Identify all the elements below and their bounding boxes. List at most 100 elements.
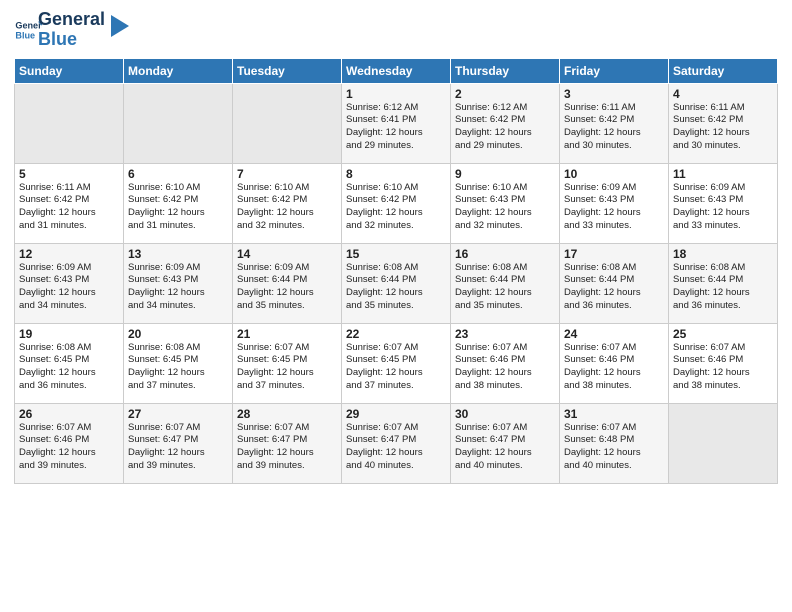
day-cell: 16Sunrise: 6:08 AM Sunset: 6:44 PM Dayli… xyxy=(451,243,560,323)
day-cell: 5Sunrise: 6:11 AM Sunset: 6:42 PM Daylig… xyxy=(15,163,124,243)
day-cell xyxy=(233,83,342,163)
day-info: Sunrise: 6:11 AM Sunset: 6:42 PM Dayligh… xyxy=(19,182,119,233)
day-info: Sunrise: 6:07 AM Sunset: 6:46 PM Dayligh… xyxy=(673,342,773,393)
day-info: Sunrise: 6:08 AM Sunset: 6:44 PM Dayligh… xyxy=(564,262,664,313)
day-cell: 4Sunrise: 6:11 AM Sunset: 6:42 PM Daylig… xyxy=(669,83,778,163)
day-cell: 24Sunrise: 6:07 AM Sunset: 6:46 PM Dayli… xyxy=(560,323,669,403)
day-number: 20 xyxy=(128,327,228,341)
day-cell xyxy=(124,83,233,163)
week-row-0: 1Sunrise: 6:12 AM Sunset: 6:41 PM Daylig… xyxy=(15,83,778,163)
logo-general: General xyxy=(38,10,105,30)
day-cell: 17Sunrise: 6:08 AM Sunset: 6:44 PM Dayli… xyxy=(560,243,669,323)
day-number: 19 xyxy=(19,327,119,341)
day-cell: 22Sunrise: 6:07 AM Sunset: 6:45 PM Dayli… xyxy=(342,323,451,403)
day-info: Sunrise: 6:07 AM Sunset: 6:48 PM Dayligh… xyxy=(564,422,664,473)
page: General Blue General Blue SundayMondayTu… xyxy=(0,0,792,612)
day-number: 13 xyxy=(128,247,228,261)
day-number: 5 xyxy=(19,167,119,181)
day-info: Sunrise: 6:08 AM Sunset: 6:44 PM Dayligh… xyxy=(455,262,555,313)
day-number: 17 xyxy=(564,247,664,261)
day-number: 25 xyxy=(673,327,773,341)
day-number: 18 xyxy=(673,247,773,261)
day-info: Sunrise: 6:07 AM Sunset: 6:46 PM Dayligh… xyxy=(455,342,555,393)
day-info: Sunrise: 6:07 AM Sunset: 6:47 PM Dayligh… xyxy=(128,422,228,473)
header-sunday: Sunday xyxy=(15,58,124,83)
day-cell: 26Sunrise: 6:07 AM Sunset: 6:46 PM Dayli… xyxy=(15,403,124,483)
header-monday: Monday xyxy=(124,58,233,83)
day-info: Sunrise: 6:09 AM Sunset: 6:43 PM Dayligh… xyxy=(673,182,773,233)
week-row-4: 26Sunrise: 6:07 AM Sunset: 6:46 PM Dayli… xyxy=(15,403,778,483)
calendar-header-row: SundayMondayTuesdayWednesdayThursdayFrid… xyxy=(15,58,778,83)
week-row-1: 5Sunrise: 6:11 AM Sunset: 6:42 PM Daylig… xyxy=(15,163,778,243)
day-cell: 30Sunrise: 6:07 AM Sunset: 6:47 PM Dayli… xyxy=(451,403,560,483)
day-info: Sunrise: 6:11 AM Sunset: 6:42 PM Dayligh… xyxy=(564,102,664,153)
day-number: 15 xyxy=(346,247,446,261)
day-number: 21 xyxy=(237,327,337,341)
day-number: 24 xyxy=(564,327,664,341)
day-cell: 29Sunrise: 6:07 AM Sunset: 6:47 PM Dayli… xyxy=(342,403,451,483)
header-saturday: Saturday xyxy=(669,58,778,83)
day-info: Sunrise: 6:08 AM Sunset: 6:44 PM Dayligh… xyxy=(346,262,446,313)
day-info: Sunrise: 6:07 AM Sunset: 6:46 PM Dayligh… xyxy=(564,342,664,393)
day-cell: 25Sunrise: 6:07 AM Sunset: 6:46 PM Dayli… xyxy=(669,323,778,403)
day-cell: 27Sunrise: 6:07 AM Sunset: 6:47 PM Dayli… xyxy=(124,403,233,483)
header-tuesday: Tuesday xyxy=(233,58,342,83)
day-number: 30 xyxy=(455,407,555,421)
day-info: Sunrise: 6:09 AM Sunset: 6:43 PM Dayligh… xyxy=(564,182,664,233)
day-cell: 23Sunrise: 6:07 AM Sunset: 6:46 PM Dayli… xyxy=(451,323,560,403)
day-cell: 15Sunrise: 6:08 AM Sunset: 6:44 PM Dayli… xyxy=(342,243,451,323)
calendar-table: SundayMondayTuesdayWednesdayThursdayFrid… xyxy=(14,58,778,484)
day-number: 9 xyxy=(455,167,555,181)
day-cell: 1Sunrise: 6:12 AM Sunset: 6:41 PM Daylig… xyxy=(342,83,451,163)
day-info: Sunrise: 6:10 AM Sunset: 6:42 PM Dayligh… xyxy=(346,182,446,233)
day-number: 7 xyxy=(237,167,337,181)
day-cell: 12Sunrise: 6:09 AM Sunset: 6:43 PM Dayli… xyxy=(15,243,124,323)
day-info: Sunrise: 6:12 AM Sunset: 6:42 PM Dayligh… xyxy=(455,102,555,153)
day-info: Sunrise: 6:09 AM Sunset: 6:43 PM Dayligh… xyxy=(19,262,119,313)
day-number: 22 xyxy=(346,327,446,341)
day-number: 3 xyxy=(564,87,664,101)
header-friday: Friday xyxy=(560,58,669,83)
day-info: Sunrise: 6:07 AM Sunset: 6:45 PM Dayligh… xyxy=(346,342,446,393)
svg-text:Blue: Blue xyxy=(15,30,35,40)
logo-arrow-icon xyxy=(111,15,129,37)
day-cell: 2Sunrise: 6:12 AM Sunset: 6:42 PM Daylig… xyxy=(451,83,560,163)
day-info: Sunrise: 6:09 AM Sunset: 6:43 PM Dayligh… xyxy=(128,262,228,313)
day-cell: 31Sunrise: 6:07 AM Sunset: 6:48 PM Dayli… xyxy=(560,403,669,483)
day-info: Sunrise: 6:07 AM Sunset: 6:47 PM Dayligh… xyxy=(346,422,446,473)
day-number: 2 xyxy=(455,87,555,101)
day-cell: 3Sunrise: 6:11 AM Sunset: 6:42 PM Daylig… xyxy=(560,83,669,163)
day-number: 10 xyxy=(564,167,664,181)
day-info: Sunrise: 6:10 AM Sunset: 6:42 PM Dayligh… xyxy=(237,182,337,233)
day-number: 29 xyxy=(346,407,446,421)
day-cell: 8Sunrise: 6:10 AM Sunset: 6:42 PM Daylig… xyxy=(342,163,451,243)
day-cell: 18Sunrise: 6:08 AM Sunset: 6:44 PM Dayli… xyxy=(669,243,778,323)
day-number: 8 xyxy=(346,167,446,181)
day-number: 1 xyxy=(346,87,446,101)
week-row-3: 19Sunrise: 6:08 AM Sunset: 6:45 PM Dayli… xyxy=(15,323,778,403)
day-cell: 21Sunrise: 6:07 AM Sunset: 6:45 PM Dayli… xyxy=(233,323,342,403)
day-number: 4 xyxy=(673,87,773,101)
day-number: 28 xyxy=(237,407,337,421)
day-cell: 9Sunrise: 6:10 AM Sunset: 6:43 PM Daylig… xyxy=(451,163,560,243)
day-number: 16 xyxy=(455,247,555,261)
day-info: Sunrise: 6:10 AM Sunset: 6:43 PM Dayligh… xyxy=(455,182,555,233)
day-info: Sunrise: 6:12 AM Sunset: 6:41 PM Dayligh… xyxy=(346,102,446,153)
day-info: Sunrise: 6:07 AM Sunset: 6:47 PM Dayligh… xyxy=(237,422,337,473)
week-row-2: 12Sunrise: 6:09 AM Sunset: 6:43 PM Dayli… xyxy=(15,243,778,323)
header-wednesday: Wednesday xyxy=(342,58,451,83)
day-info: Sunrise: 6:07 AM Sunset: 6:45 PM Dayligh… xyxy=(237,342,337,393)
day-cell: 14Sunrise: 6:09 AM Sunset: 6:44 PM Dayli… xyxy=(233,243,342,323)
day-cell: 6Sunrise: 6:10 AM Sunset: 6:42 PM Daylig… xyxy=(124,163,233,243)
day-info: Sunrise: 6:08 AM Sunset: 6:45 PM Dayligh… xyxy=(19,342,119,393)
day-number: 6 xyxy=(128,167,228,181)
day-number: 26 xyxy=(19,407,119,421)
day-cell: 28Sunrise: 6:07 AM Sunset: 6:47 PM Dayli… xyxy=(233,403,342,483)
day-cell xyxy=(669,403,778,483)
day-info: Sunrise: 6:09 AM Sunset: 6:44 PM Dayligh… xyxy=(237,262,337,313)
day-number: 12 xyxy=(19,247,119,261)
day-cell: 20Sunrise: 6:08 AM Sunset: 6:45 PM Dayli… xyxy=(124,323,233,403)
day-cell: 13Sunrise: 6:09 AM Sunset: 6:43 PM Dayli… xyxy=(124,243,233,323)
day-cell: 10Sunrise: 6:09 AM Sunset: 6:43 PM Dayli… xyxy=(560,163,669,243)
day-number: 11 xyxy=(673,167,773,181)
